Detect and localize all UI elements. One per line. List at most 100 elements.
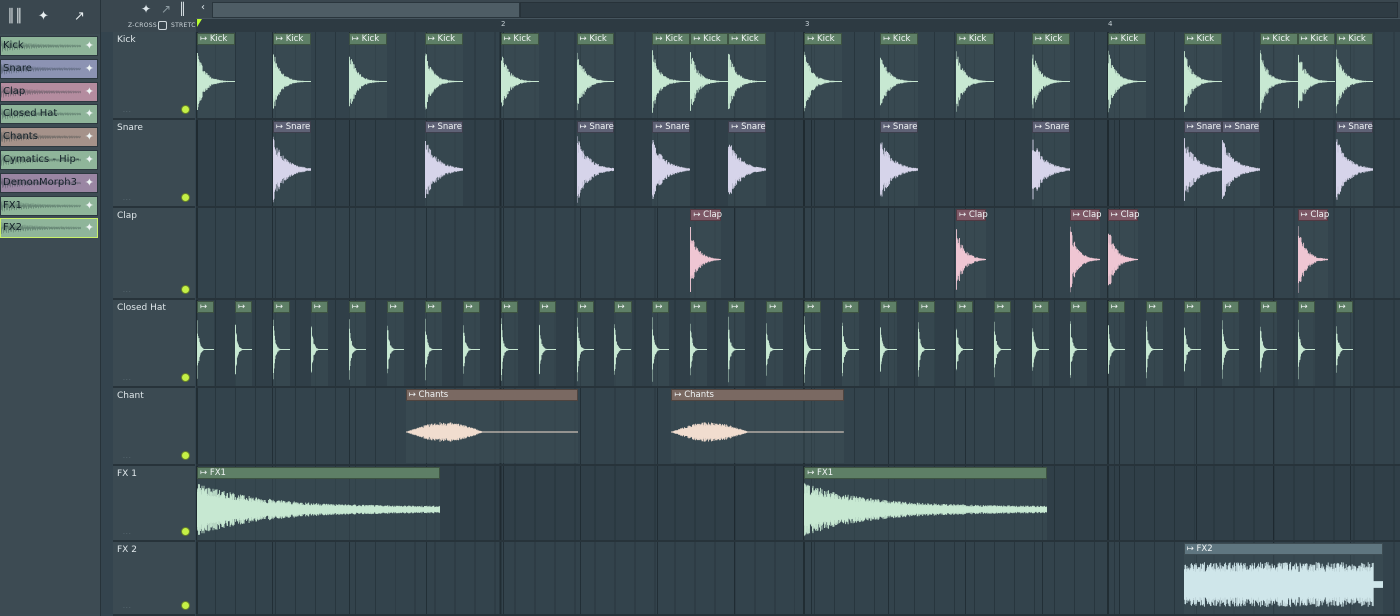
piano-roll-icon[interactable]: ║║ xyxy=(7,9,23,24)
audio-clip[interactable]: ↦ Chants xyxy=(671,389,845,463)
track-mute-led[interactable] xyxy=(181,105,190,114)
audio-clip[interactable]: ↦ Snare xyxy=(1183,121,1222,206)
audio-clip[interactable]: ↦ xyxy=(766,301,784,386)
audio-clip[interactable]: ↦ xyxy=(1145,301,1163,386)
track-header[interactable]: Closed Hat ··· xyxy=(113,300,195,388)
playlist-overview-scrollbar[interactable] xyxy=(212,2,520,18)
clip-header[interactable]: ↦ Clap xyxy=(690,209,722,221)
playlist-overview-track[interactable] xyxy=(520,2,1398,18)
audio-clip[interactable]: ↦ xyxy=(993,301,1011,386)
clip-header[interactable]: ↦ Chants xyxy=(405,389,579,401)
audio-clip[interactable]: ↦ FX1 xyxy=(804,467,1048,540)
resize-grip-icon[interactable]: ··· xyxy=(123,109,132,116)
clip-header[interactable]: ↦ xyxy=(690,301,708,313)
audio-clip[interactable]: ↦ Clap xyxy=(1069,209,1102,298)
audio-clip[interactable]: ↦ Kick xyxy=(197,33,235,118)
resize-grip-icon[interactable]: ··· xyxy=(123,605,132,612)
playlist-grid[interactable]: ↦ Kick ↦ Kick ↦ Kick ↦ Kick ↦ Kick ↦ Kick ↦ Ki… xyxy=(196,32,1400,616)
playlist-lane[interactable] xyxy=(196,300,1400,388)
clip-header[interactable]: ↦ xyxy=(1183,301,1201,313)
resize-grip-icon[interactable]: ··· xyxy=(123,455,132,462)
clip-header[interactable]: ↦ Kick xyxy=(348,33,387,45)
audio-clip[interactable]: ↦ Kick xyxy=(1031,33,1070,118)
clip-header[interactable]: ↦ xyxy=(1069,301,1087,313)
audio-clip[interactable]: ↦ Kick xyxy=(576,33,615,118)
track-mute-led[interactable] xyxy=(181,527,190,536)
back-arrow-icon[interactable]: ‹ xyxy=(201,2,205,13)
clip-header[interactable]: ↦ FX1 xyxy=(197,467,440,479)
clip-header[interactable]: ↦ Kick xyxy=(880,33,919,45)
audio-clip[interactable]: ↦ Kick xyxy=(728,33,767,118)
track-mute-led[interactable] xyxy=(181,285,190,294)
audio-clip[interactable]: ↦ Snare xyxy=(652,121,691,206)
picker-item[interactable]: DemonMorph3 ✦ xyxy=(0,172,98,193)
audio-clip[interactable]: ↦ xyxy=(386,301,404,386)
audio-clip[interactable]: ↦ xyxy=(690,301,708,386)
clip-header[interactable]: ↦ Snare xyxy=(424,121,463,133)
audio-clip[interactable]: ↦ xyxy=(956,301,974,386)
clip-header[interactable]: ↦ xyxy=(424,301,442,313)
audio-clip[interactable]: ↦ Snare xyxy=(1335,121,1374,206)
playlist-lane[interactable] xyxy=(196,208,1400,300)
audio-clip[interactable]: ↦ Kick xyxy=(500,33,539,118)
clip-header[interactable]: ↦ xyxy=(386,301,404,313)
clip-header[interactable]: ↦ Kick xyxy=(1107,33,1146,45)
audio-clip[interactable]: ↦ xyxy=(1069,301,1087,386)
audio-clip[interactable]: ↦ Kick xyxy=(880,33,919,118)
audio-clip[interactable]: ↦ Snare xyxy=(880,121,919,206)
audio-clip[interactable]: ↦ xyxy=(197,301,215,386)
clip-header[interactable]: ↦ xyxy=(1145,301,1163,313)
clip-header[interactable]: ↦ Clap xyxy=(956,209,988,221)
audio-clip[interactable]: ↦ Kick xyxy=(1107,33,1146,118)
audio-clip[interactable]: ↦ xyxy=(462,301,480,386)
zcross-checkbox[interactable] xyxy=(157,21,167,30)
audio-clip[interactable]: ↦ Chants xyxy=(405,389,579,463)
audio-clip[interactable]: ↦ Clap xyxy=(1107,209,1140,298)
track-header[interactable]: Kick ··· xyxy=(113,32,195,120)
track-mute-led[interactable] xyxy=(181,373,190,382)
clip-header[interactable]: ↦ xyxy=(500,301,518,313)
clip-header[interactable]: ↦ Kick xyxy=(804,33,843,45)
clip-header[interactable]: ↦ xyxy=(462,301,480,313)
picker-item[interactable]: Snare ✦ xyxy=(0,58,98,79)
clip-header[interactable]: ↦ xyxy=(1221,301,1239,313)
clip-header[interactable]: ↦ xyxy=(234,301,252,313)
clip-header[interactable]: ↦ xyxy=(766,301,784,313)
audio-clip[interactable]: ↦ xyxy=(1259,301,1277,386)
audio-clip[interactable]: ↦ xyxy=(728,301,746,386)
clip-header[interactable]: ↦ xyxy=(1335,301,1353,313)
track-header[interactable]: Clap ··· xyxy=(113,208,195,300)
clip-header[interactable]: ↦ Kick xyxy=(1259,33,1298,45)
audio-clip[interactable]: ↦ Snare xyxy=(728,121,767,206)
clip-header[interactable]: ↦ Kick xyxy=(690,33,729,45)
clip-header[interactable]: ↦ xyxy=(310,301,328,313)
audio-clip[interactable]: ↦ xyxy=(918,301,936,386)
audio-clip[interactable]: ↦ Kick xyxy=(1183,33,1222,118)
clip-header[interactable]: ↦ Snare xyxy=(1183,121,1222,133)
clip-header[interactable]: ↦ Clap xyxy=(1107,209,1140,221)
audio-clip[interactable]: ↦ xyxy=(652,301,670,386)
audio-clip[interactable]: ↦ Kick xyxy=(804,33,843,118)
audio-clip[interactable]: ↦ Clap xyxy=(1297,209,1329,298)
clip-header[interactable]: ↦ xyxy=(1107,301,1125,313)
clip-header[interactable]: ↦ Snare xyxy=(728,121,767,133)
clip-header[interactable]: ↦ Kick xyxy=(272,33,311,45)
clip-header[interactable]: ↦ xyxy=(652,301,670,313)
track-header[interactable]: FX 2 ··· xyxy=(113,542,195,616)
audio-clip[interactable]: ↦ Snare xyxy=(1031,121,1070,206)
clip-header[interactable]: ↦ Snare xyxy=(1221,121,1260,133)
audio-clip[interactable]: ↦ xyxy=(1183,301,1201,386)
audio-clip[interactable]: ↦ xyxy=(1221,301,1239,386)
audio-clip[interactable]: ↦ xyxy=(234,301,252,386)
automation-icon[interactable]: ↗ xyxy=(74,9,85,24)
clip-header[interactable]: ↦ Kick xyxy=(1183,33,1222,45)
clip-header[interactable]: ↦ Snare xyxy=(1031,121,1070,133)
track-mute-led[interactable] xyxy=(181,193,190,202)
clip-header[interactable]: ↦ Kick xyxy=(576,33,615,45)
clip-header[interactable]: ↦ Kick xyxy=(197,33,235,45)
clip-header[interactable]: ↦ xyxy=(1297,301,1315,313)
audio-clip[interactable]: ↦ xyxy=(1107,301,1125,386)
audio-clip-icon[interactable]: ✦ xyxy=(38,9,49,24)
clip-header[interactable]: ↦ xyxy=(728,301,746,313)
audio-clip[interactable]: ↦ Kick xyxy=(1335,33,1374,118)
